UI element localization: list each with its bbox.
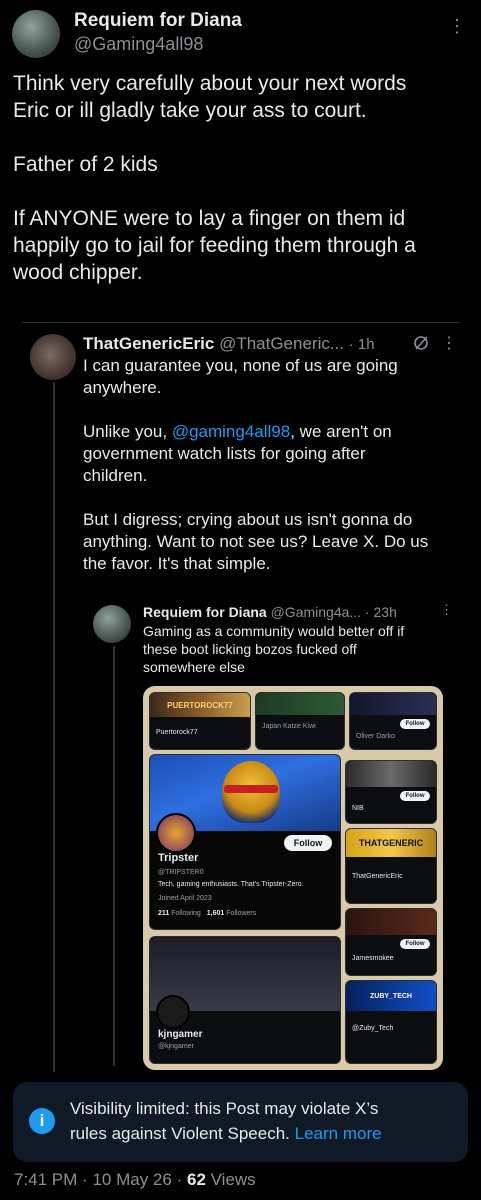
profile-bio: Tech, gaming enthusiasts. That's Tripste… [158,881,304,888]
info-icon: i [29,1108,55,1134]
profile-joined: Joined April 2023 [158,895,212,902]
reply-line: anywhere. [83,378,162,397]
mention-link[interactable]: @gaming4all98 [172,422,290,441]
follow-button: Follow [400,791,430,801]
profile-name: NIB [352,805,364,812]
post-line: wood chipper. [13,261,143,284]
thread-line [53,382,55,1072]
nested-author-name[interactable]: Requiem for Diana [143,604,267,620]
notice-text: Visibility limited: this Post may violat… [70,1096,460,1146]
profile-card-jamesmokee: Follow Jamesmokee [345,908,437,976]
reply-avatar[interactable] [30,334,76,380]
profile-name: kjngamer [158,1029,203,1040]
meta-separator: · [176,1170,183,1189]
following-label: Following [171,910,201,917]
profile-card-puertorock: PUERTOROCK77 Puertorock77 [149,692,251,750]
following-count: 211 [158,910,170,917]
profile-card-kjngamer: kjngamer @kjngamer [149,936,341,1064]
nested-more-icon[interactable]: ⋮ [440,602,454,618]
notice-line: rules against Violent Speech. Learn more [70,1121,460,1146]
author-avatar[interactable] [12,10,60,58]
reply-line: anything. Want to not see us? Leave X. D… [83,532,429,551]
reply-line: government watch lists for going after [83,444,366,463]
banner-text: PUERTOROCK77 [167,700,233,710]
post-date[interactable]: 10 May 26 [92,1170,171,1189]
profile-card-japan: Japan Katze Kiwi [255,692,345,750]
profile-card-nib: Follow NIB [345,760,437,824]
profile-card-zuby: ZUBY_TECH @Zuby_Tech [345,980,437,1064]
nested-line: these boot licking bozos fucked off [143,641,357,657]
reply-author-name[interactable]: ThatGenericEric [83,334,214,353]
followers-label: Followers [226,910,257,917]
nested-author-handle[interactable]: @Gaming4a... [271,604,361,620]
reply-body: I can guarantee you, none of us are goin… [83,355,468,575]
nested-line: Gaming as a community would better off i… [143,623,405,639]
collage-image[interactable]: PUERTOROCK77 Puertorock77 Japan Katze Ki… [143,686,443,1070]
banner-text: THATGENERIC [358,838,424,848]
profile-name: Oliver Darko [356,733,395,740]
learn-more-link[interactable]: Learn more [295,1124,382,1143]
reply-line: I can guarantee you, none of us are goin… [83,356,398,375]
post-line: happily go to jail for feeding them thro… [13,234,416,257]
follow-button: Follow [400,939,430,949]
post-line: Father of 2 kids [13,153,158,176]
reply-line: children. [83,466,148,485]
grok-icon[interactable] [413,335,429,351]
notice-line: Visibility limited: this Post may violat… [70,1099,379,1118]
nested-line: somewhere else [143,659,245,675]
reply-line: Unlike you, @gaming4all98, we aren't on [83,421,468,443]
views-label: Views [210,1170,256,1189]
profile-handle: @kjngamer [158,1043,194,1050]
follow-button: Follow [400,719,430,729]
post-line: If ANYONE were to lay a finger on them i… [13,207,406,230]
reply-line: the favor. It's that simple. [83,554,271,573]
profile-card-oliver: Follow Oliver Darko [349,692,437,750]
profile-stats: 211 Following 1,601 Followers [158,910,256,917]
views-count: 62 [186,1170,206,1189]
reply-text: , we aren't on [290,422,392,441]
post-meta: 7:41 PM · 10 May 26 · 62 Views [14,1170,256,1190]
post-time[interactable]: 7:41 PM [14,1170,77,1189]
visibility-notice: i Visibility limited: this Post may viol… [13,1082,468,1162]
author-name[interactable]: Requiem for Diana [74,10,242,32]
nested-time: · 23h [364,604,397,620]
profile-name: Japan Katze Kiwi [262,723,316,730]
nested-header: Requiem for Diana @Gaming4a... · 23h [143,604,397,620]
reply-line: But I digress; crying about us isn't gon… [83,510,413,529]
reply-text: Unlike you, [83,422,172,441]
post-line: Think very carefully about your next wor… [13,72,407,95]
post-line: Eric or ill gladly take your ass to cour… [13,99,367,122]
meta-separator: · [82,1170,88,1189]
profile-card-thatgeneric: THATGENERIC ThatGenericEric [345,828,437,904]
reply-time: · 1h [348,336,375,353]
divider [22,322,460,323]
nested-thread-line [113,646,115,1066]
author-handle[interactable]: @Gaming4all98 [74,34,203,55]
profile-handle: @TRIPSTER0 [158,869,204,876]
notice-text-part: rules against Violent Speech. [70,1124,290,1143]
profile-name: Tripster [158,852,199,864]
reply-more-icon[interactable]: ⋮ [441,333,458,353]
profile-name: @Zuby_Tech [352,1025,394,1032]
reply-author-handle[interactable]: @ThatGeneric... [219,334,344,353]
reply-header: ThatGenericEric @ThatGeneric... · 1h [83,334,375,354]
nested-avatar[interactable] [93,605,131,643]
more-options-icon[interactable]: ⋮ [448,16,467,37]
profile-name: Puertorock77 [156,729,198,736]
banner-text: ZUBY_TECH [369,992,412,1000]
follow-button: Follow [284,835,332,851]
nested-body: Gaming as a community would better off i… [143,622,463,676]
profile-name: Jamesmokee [352,955,394,962]
followers-count: 1,601 [206,910,225,917]
profile-name: ThatGenericEric [352,873,403,880]
post-body: Think very carefully about your next wor… [13,70,473,286]
profile-card-tripster: Follow Tripster @TRIPSTER0 Tech, gaming … [149,754,341,930]
